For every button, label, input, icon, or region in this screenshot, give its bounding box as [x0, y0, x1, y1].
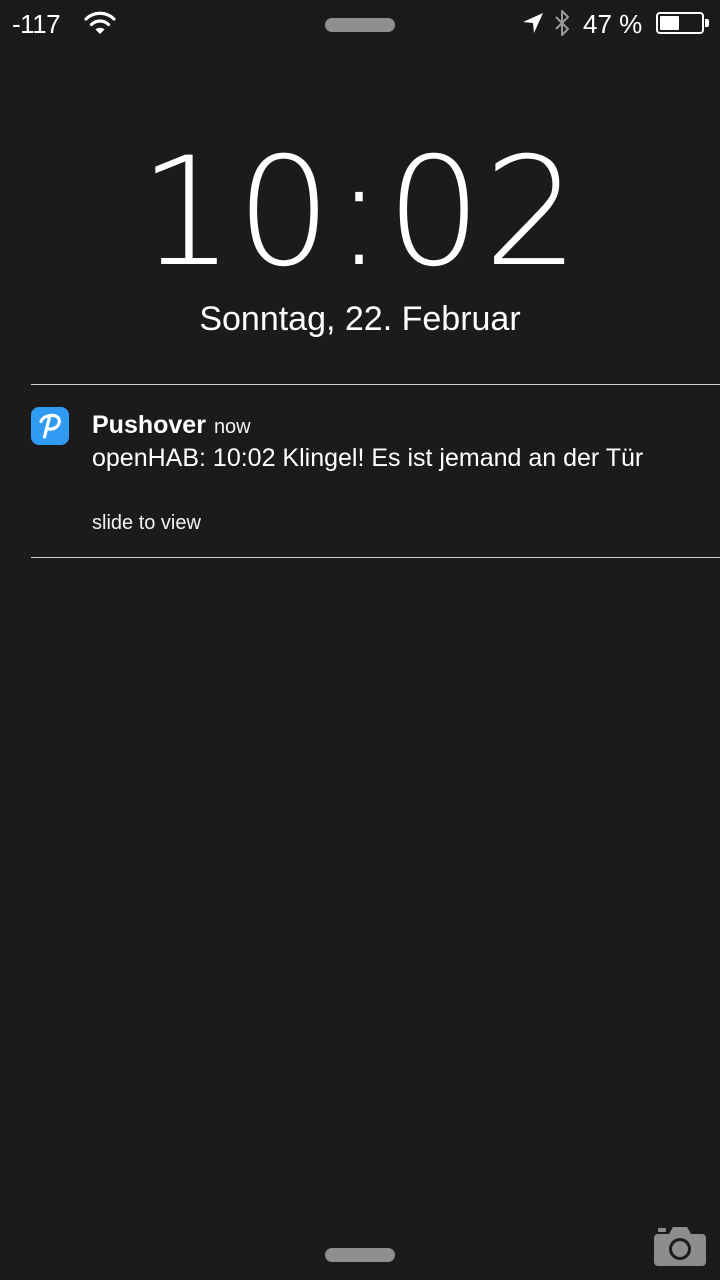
battery-level-fill — [660, 16, 679, 30]
notification-header: Pushover now — [92, 408, 251, 446]
status-bar: -117 47 % — [0, 0, 720, 48]
lock-screen-time: 10:02 — [138, 126, 582, 300]
location-arrow-icon — [523, 13, 543, 33]
camera-icon[interactable] — [652, 1222, 708, 1268]
lock-screen: -117 47 % 10:02 Sonntag, 22. Februar Pus… — [0, 0, 720, 1280]
battery-icon — [656, 12, 704, 34]
notification-message: openHAB: 10:02 Klingel! Es ist jemand an… — [92, 444, 644, 472]
slide-to-view-hint: slide to view — [92, 512, 201, 534]
battery-percentage: 47 % — [583, 9, 643, 39]
notification-center-grabber[interactable] — [325, 18, 395, 32]
notification-app-name: Pushover — [92, 411, 206, 439]
lock-screen-date: Sonntag, 22. Februar — [199, 300, 521, 338]
pushover-p-icon — [31, 407, 69, 445]
wifi-icon — [84, 11, 116, 34]
notification-time: now — [213, 416, 251, 438]
notification-divider-bottom — [31, 557, 720, 558]
bluetooth-icon — [555, 10, 569, 36]
battery-tip — [705, 19, 709, 27]
notification-divider-top — [31, 384, 720, 385]
control-center-grabber[interactable] — [325, 1248, 395, 1262]
signal-strength: -117 — [12, 9, 61, 39]
